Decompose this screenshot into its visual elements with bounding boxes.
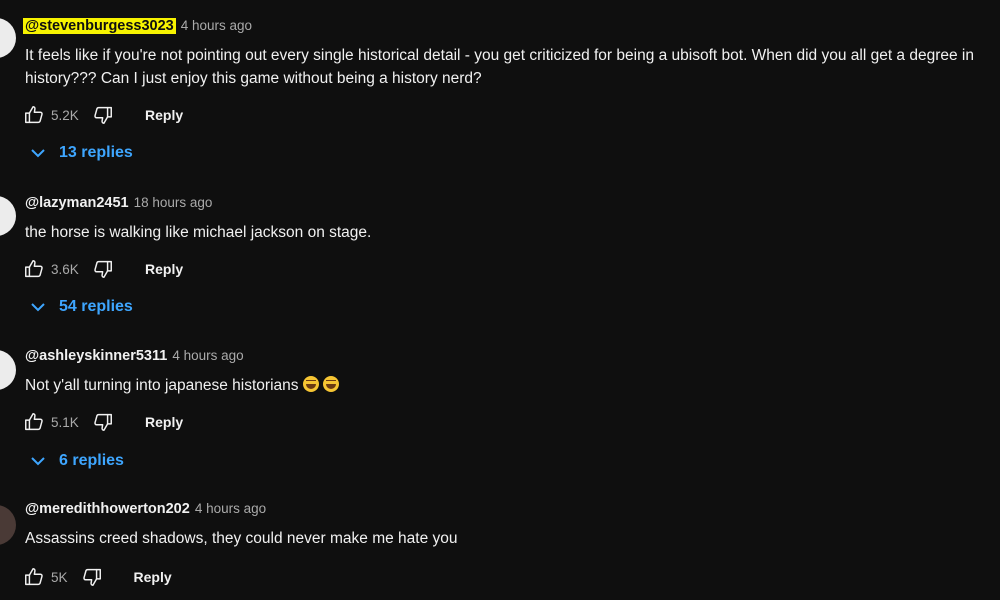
reply-button[interactable]: Reply <box>145 261 183 277</box>
comment-timestamp[interactable]: 4 hours ago <box>181 18 252 33</box>
comment-item: @meredithhowerton202 4 hours ago Assassi… <box>25 501 1000 550</box>
comment-actions: 5.1K Reply <box>22 410 183 434</box>
comment-header: @lazyman2451 18 hours ago <box>25 195 1000 217</box>
comment-item: @stevenburgess3023 4 hours ago It feels … <box>23 18 1000 90</box>
comment-timestamp[interactable]: 18 hours ago <box>134 195 213 210</box>
chevron-down-icon <box>29 298 47 316</box>
comment-actions: 3.6K Reply <box>22 257 183 281</box>
replies-count-label: 13 replies <box>59 144 133 161</box>
thumbs-down-icon <box>82 568 101 586</box>
reply-button[interactable]: Reply <box>145 107 183 123</box>
comment-text: It feels like if you're not pointing out… <box>25 47 974 87</box>
face-with-tears-of-joy-icon <box>322 376 339 392</box>
dislike-button[interactable] <box>91 410 115 434</box>
replies-count-label: 54 replies <box>59 298 133 315</box>
avatar[interactable] <box>0 505 16 545</box>
thumbs-down-icon <box>94 260 112 278</box>
comment-author-handle[interactable]: @meredithhowerton202 <box>25 501 190 517</box>
avatar[interactable] <box>0 18 16 58</box>
comment-text: the horse is walking like michael jackso… <box>25 224 372 241</box>
comment-header: @meredithhowerton202 4 hours ago <box>25 501 1000 523</box>
avatar[interactable] <box>0 350 16 390</box>
comment-header: @stevenburgess3023 4 hours ago <box>23 18 1000 40</box>
like-count: 5K <box>51 569 68 585</box>
dislike-button[interactable] <box>91 257 115 281</box>
comment-item: @ashleyskinner5311 4 hours ago Not y'all… <box>25 348 1000 397</box>
view-replies-toggle[interactable]: 6 replies <box>29 452 124 470</box>
dislike-button[interactable] <box>91 103 115 127</box>
like-count: 5.1K <box>51 414 79 430</box>
like-count: 3.6K <box>51 261 79 277</box>
thumbs-up-icon <box>25 413 43 431</box>
view-replies-toggle[interactable]: 13 replies <box>29 144 133 162</box>
comment-text: Not y'all turning into japanese historia… <box>25 374 1000 397</box>
like-button[interactable] <box>22 257 46 281</box>
like-count: 5.2K <box>51 107 79 123</box>
comment-actions: 5K Reply <box>22 565 172 589</box>
comment-item: @lazyman2451 18 hours ago the horse is w… <box>25 195 1000 244</box>
comment-author-handle[interactable]: @lazyman2451 <box>25 195 129 211</box>
reply-button[interactable]: Reply <box>134 569 172 585</box>
chevron-down-icon <box>29 452 47 470</box>
reply-button[interactable]: Reply <box>145 414 183 430</box>
dislike-button[interactable] <box>80 565 104 589</box>
thumbs-down-icon <box>94 106 112 124</box>
thumbs-down-icon <box>94 413 112 431</box>
avatar[interactable] <box>0 196 16 236</box>
replies-count-label: 6 replies <box>59 452 124 469</box>
comment-author-handle[interactable]: @stevenburgess3023 <box>23 18 176 34</box>
comment-author-handle[interactable]: @ashleyskinner5311 <box>25 348 167 364</box>
comment-text-content: Not y'all turning into japanese historia… <box>25 377 299 394</box>
thumbs-up-icon <box>25 260 43 278</box>
like-button[interactable] <box>22 410 46 434</box>
face-with-tears-of-joy-icon <box>302 376 319 392</box>
like-button[interactable] <box>22 565 46 589</box>
comment-timestamp[interactable]: 4 hours ago <box>172 348 243 363</box>
view-replies-toggle[interactable]: 54 replies <box>29 298 133 316</box>
comment-timestamp[interactable]: 4 hours ago <box>195 501 266 516</box>
like-button[interactable] <box>22 103 46 127</box>
thumbs-up-icon <box>25 568 43 586</box>
chevron-down-icon <box>29 144 47 162</box>
comment-actions: 5.2K Reply <box>22 103 183 127</box>
comment-header: @ashleyskinner5311 4 hours ago <box>25 348 1000 370</box>
comment-text: Assassins creed shadows, they could neve… <box>25 530 458 547</box>
thumbs-up-icon <box>25 106 43 124</box>
